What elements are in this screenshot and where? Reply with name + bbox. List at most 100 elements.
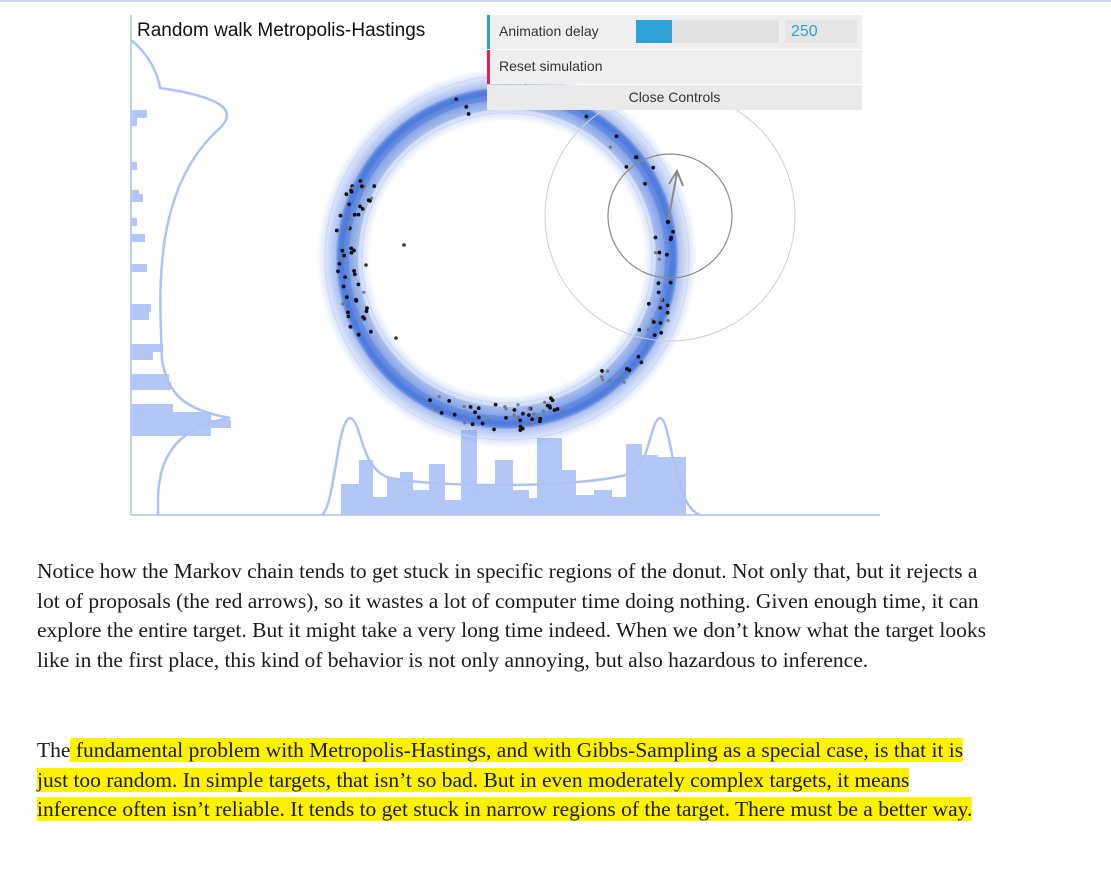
histogram-bar [373, 497, 387, 515]
sample-point [503, 405, 507, 409]
histogram-bar [576, 495, 594, 515]
sample-point [366, 198, 371, 203]
sample-point [402, 243, 406, 247]
sample-point [548, 405, 552, 410]
sample-point [552, 408, 557, 412]
sample-point [452, 412, 457, 417]
sample-point [600, 369, 604, 373]
sample-point [351, 186, 355, 190]
sample-point [358, 179, 363, 183]
sample-point [543, 400, 547, 404]
sample-point [504, 416, 508, 420]
histogram-bar [359, 460, 373, 515]
sample-point [659, 330, 664, 335]
sample-point [665, 252, 669, 257]
sample-point [352, 272, 357, 277]
paragraph-2-lead: The [37, 738, 71, 762]
histogram-bar [131, 304, 151, 312]
histogram-bar [477, 484, 495, 515]
sample-point [584, 114, 589, 119]
histogram-bar [131, 428, 211, 436]
histogram-bar [612, 497, 626, 515]
sample-point [651, 165, 656, 170]
close-controls-button[interactable]: Close Controls [487, 85, 862, 110]
sample-point [454, 97, 459, 101]
animation-delay-slider-fill [636, 20, 672, 43]
sample-point [338, 213, 343, 218]
sample-point [634, 155, 638, 160]
sample-point [669, 235, 673, 240]
sample-point [464, 105, 469, 109]
sample-point [370, 196, 374, 200]
sample-point [337, 261, 342, 266]
sample-point [341, 284, 346, 289]
histogram-bar [594, 490, 612, 515]
histogram-bar [131, 264, 147, 272]
sample-point [346, 226, 350, 230]
sample-point [516, 415, 520, 419]
highlighted-text: fundamental problem with Metropolis-Hast… [37, 738, 973, 822]
sample-point [666, 319, 670, 323]
sample-point [512, 408, 517, 412]
sample-point [346, 314, 351, 319]
sample-point [622, 380, 626, 384]
sample-point [608, 379, 612, 383]
simulation-title: Random walk Metropolis-Hastings [137, 20, 426, 41]
sample-point [654, 251, 658, 255]
sample-point [657, 257, 662, 261]
histogram-bar [413, 490, 429, 515]
sample-point [447, 399, 452, 403]
reset-simulation-button[interactable]: Reset simulation [487, 50, 862, 84]
sample-point [657, 250, 662, 255]
sample-point [521, 411, 525, 416]
sample-point [341, 302, 345, 306]
sample-point [463, 421, 467, 425]
sample-point [364, 263, 368, 267]
animation-delay-input[interactable]: 250 [785, 20, 857, 43]
histogram-bar [387, 478, 400, 515]
histogram-bar [658, 457, 686, 515]
sample-point [526, 413, 531, 417]
sample-point [541, 409, 546, 413]
sample-point [344, 192, 349, 197]
sample-point [473, 410, 477, 415]
sample-point [624, 165, 629, 169]
article-paragraph-1: Notice how the Markov chain tends to get… [37, 559, 986, 673]
sample-point [360, 184, 364, 189]
histogram-bar [131, 382, 171, 390]
histogram-bar [131, 234, 145, 242]
sample-point [356, 282, 361, 287]
sample-point [643, 181, 647, 186]
sample-point [356, 332, 361, 337]
sample-point [614, 134, 619, 139]
sample-point [468, 405, 473, 409]
sample-point [656, 290, 661, 295]
sample-point [480, 421, 485, 426]
sample-point [356, 212, 361, 217]
histogram-bar [529, 498, 537, 515]
sample-point [512, 413, 516, 417]
sample-point [437, 395, 441, 399]
sample-point [668, 280, 673, 285]
sample-point [516, 403, 520, 407]
sample-point [608, 145, 612, 149]
histogram-bar [131, 412, 211, 420]
animation-delay-slider[interactable] [636, 20, 779, 43]
sample-point [334, 228, 339, 233]
sample-point [352, 248, 356, 253]
sample-point [549, 396, 553, 401]
sample-point [600, 375, 604, 379]
sample-point [345, 295, 349, 300]
histogram-bar [445, 500, 461, 515]
sample-point [535, 415, 539, 420]
sample-point [537, 419, 542, 424]
histogram-bar [429, 464, 445, 515]
sample-point [646, 301, 651, 306]
sample-point [360, 207, 365, 211]
sample-point [476, 406, 481, 411]
sample-point [486, 418, 490, 422]
histogram-bar [131, 312, 149, 320]
sample-point [428, 398, 432, 403]
histogram-bar [131, 374, 169, 382]
sample-point [651, 320, 656, 324]
